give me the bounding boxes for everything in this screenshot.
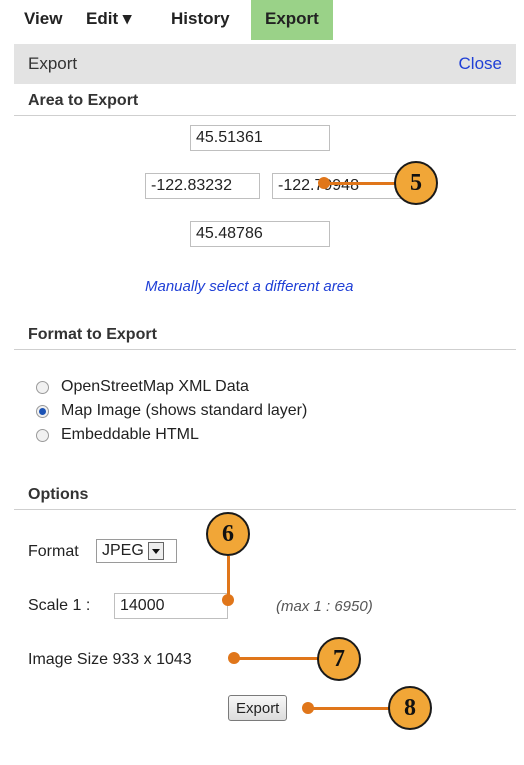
callout-dot-6 xyxy=(222,594,234,606)
export-button[interactable]: Export xyxy=(228,695,288,721)
option-label: Embeddable HTML xyxy=(61,426,199,443)
close-link[interactable]: Close xyxy=(459,54,502,74)
tab-history[interactable]: History xyxy=(171,0,230,40)
area-section-title: Area to Export xyxy=(14,86,516,116)
callout-line-6 xyxy=(227,556,230,598)
scale-label: Scale 1 : xyxy=(28,597,91,614)
format-section-title: Format to Export xyxy=(14,320,516,350)
callout-badge-6: 6 xyxy=(206,512,250,556)
option-label: OpenStreetMap XML Data xyxy=(61,378,249,395)
callout-line-8 xyxy=(308,707,390,710)
callout-dot-5 xyxy=(318,177,330,189)
east-input[interactable] xyxy=(272,173,412,199)
option-osm-xml[interactable]: OpenStreetMap XML Data xyxy=(36,376,249,398)
callout-line-5 xyxy=(323,182,395,185)
west-input[interactable] xyxy=(145,173,260,199)
option-embeddable-html[interactable]: Embeddable HTML xyxy=(36,424,199,446)
option-map-image[interactable]: Map Image (shows standard layer) xyxy=(36,400,307,422)
tab-edit[interactable]: Edit ▾ xyxy=(86,0,131,40)
radio-button[interactable] xyxy=(36,380,49,394)
panel-title: Export xyxy=(28,54,78,73)
south-input[interactable] xyxy=(190,221,330,247)
image-size-text: Image Size 933 x 1043 xyxy=(28,651,192,668)
format-select[interactable]: JPEG xyxy=(96,539,177,563)
north-input[interactable] xyxy=(190,125,330,151)
chevron-down-icon[interactable] xyxy=(147,542,164,560)
top-nav: View Edit ▾ History Export xyxy=(0,0,524,40)
scale-max-note: (max 1 : 6950) xyxy=(276,598,373,615)
panel-header: Export Close xyxy=(14,44,516,84)
tab-export[interactable]: Export xyxy=(251,0,333,40)
callout-badge-5: 5 xyxy=(394,161,438,205)
radio-button[interactable] xyxy=(36,428,49,442)
tab-view[interactable]: View xyxy=(24,0,62,40)
radio-button-selected[interactable] xyxy=(36,404,49,418)
manual-select-link[interactable]: Manually select a different area xyxy=(145,278,353,295)
option-label: Map Image (shows standard layer) xyxy=(61,402,308,419)
scale-input[interactable] xyxy=(114,593,228,619)
callout-badge-7: 7 xyxy=(317,637,361,681)
callout-line-7 xyxy=(234,657,318,660)
format-select-value: JPEG xyxy=(102,542,144,559)
options-section-title: Options xyxy=(14,480,516,510)
format-label: Format xyxy=(28,543,79,560)
callout-badge-8: 8 xyxy=(388,686,432,730)
